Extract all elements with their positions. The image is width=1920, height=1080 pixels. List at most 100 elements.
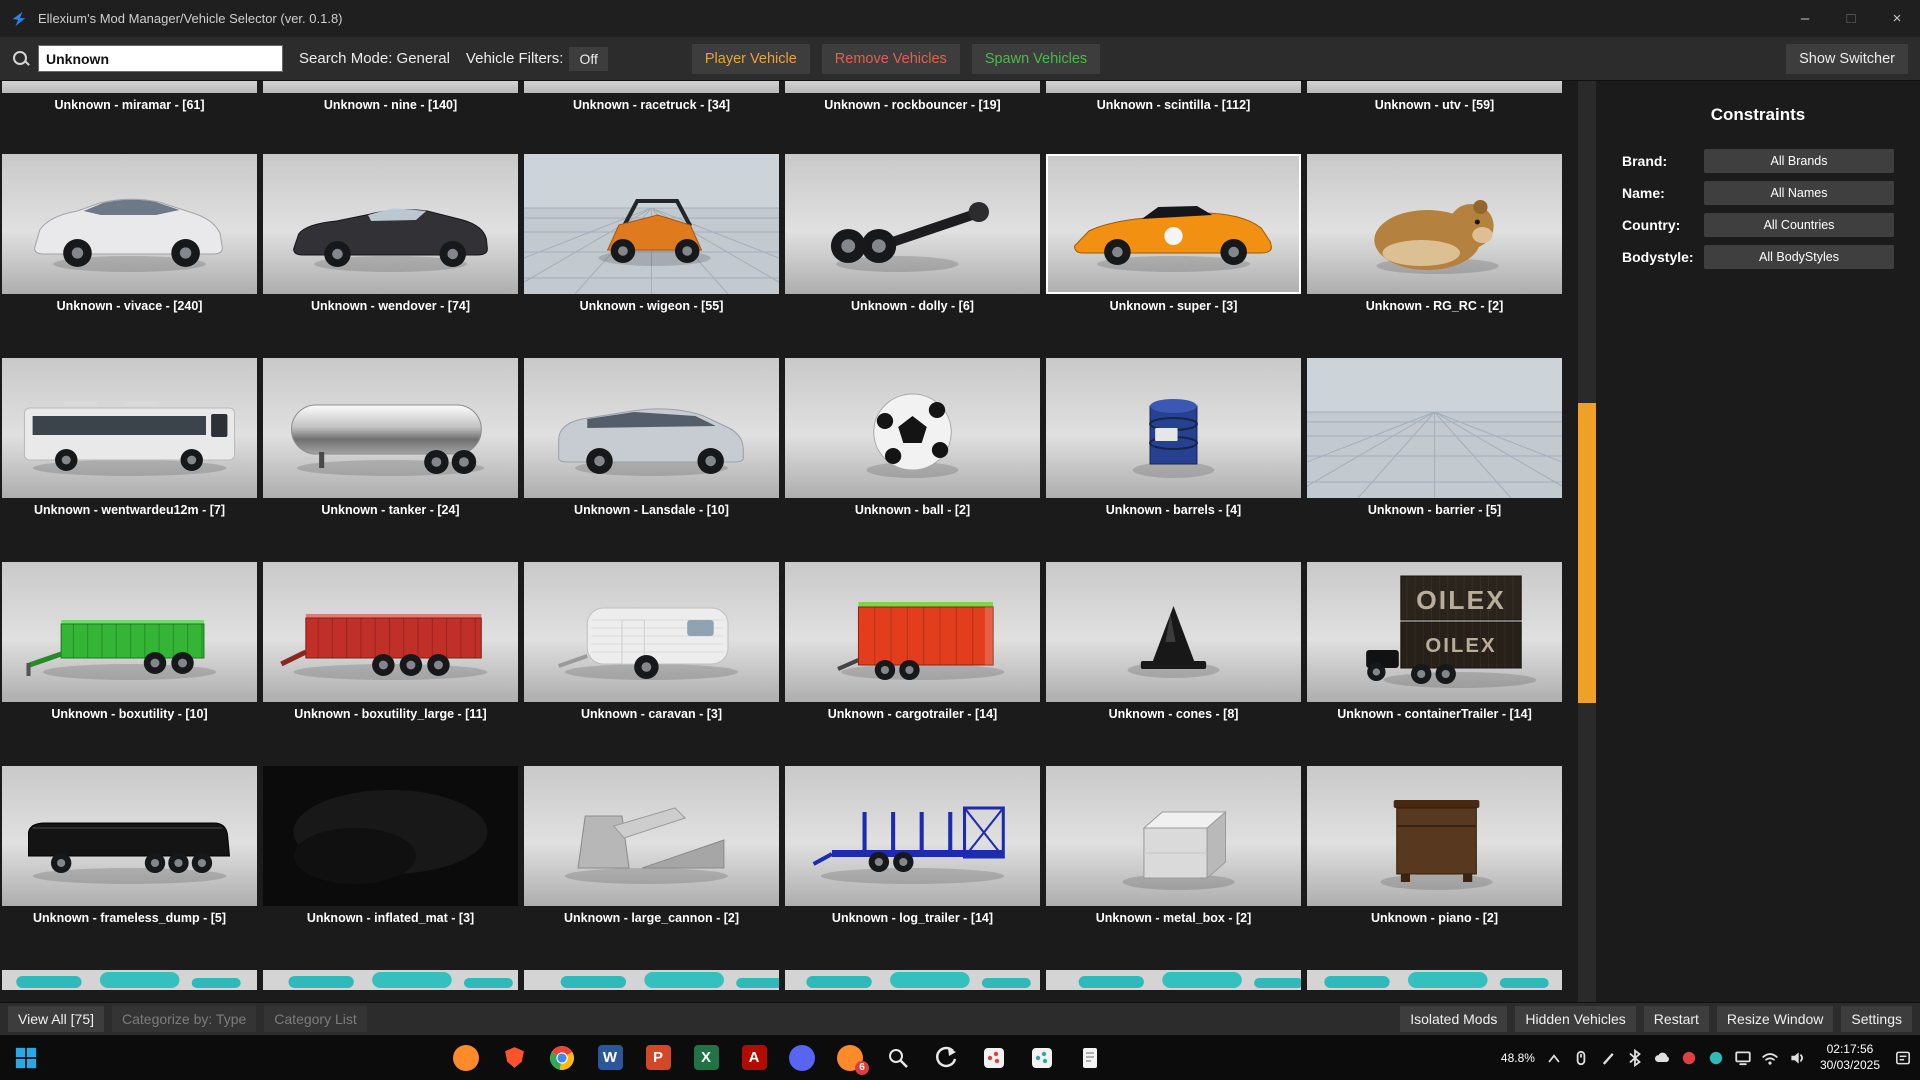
vehicle-card[interactable]: Unknown - frameless_dump - [5] (2, 766, 257, 925)
vehicle-card[interactable]: Unknown - miramar - [61] (2, 81, 257, 112)
vehicle-card[interactable] (1046, 970, 1301, 990)
vehicle-thumbnail-cropped (263, 970, 518, 990)
vehicle-card[interactable] (785, 970, 1040, 990)
vehicle-card[interactable]: Unknown - caravan - [3] (524, 562, 779, 721)
cloud-icon[interactable] (1653, 1049, 1671, 1067)
search-mode-label[interactable]: Search Mode: General (299, 50, 450, 67)
vehicle-card[interactable]: Unknown - piano - [2] (1307, 766, 1562, 925)
search-icon[interactable] (884, 1044, 912, 1072)
country-value-button[interactable]: All Countries (1704, 213, 1894, 237)
vehicle-card[interactable]: Unknown - boxutility - [10] (2, 562, 257, 721)
constraints-panel: Constraints Brand: All Brands Name: All … (1596, 81, 1920, 1002)
vehicle-card[interactable]: Unknown - nine - [140] (263, 81, 518, 112)
vehicle-card[interactable]: OILEXOILEXUnknown - containerTrailer - [… (1307, 562, 1562, 721)
notification-icon[interactable] (1894, 1049, 1912, 1067)
powerpoint-icon[interactable]: P (644, 1044, 672, 1072)
vehicle-card[interactable]: Unknown - log_trailer - [14] (785, 766, 1040, 925)
discord-icon[interactable] (788, 1044, 816, 1072)
vehicle-card[interactable] (2, 970, 257, 990)
vehicle-card[interactable]: Unknown - super - [3] (1046, 154, 1301, 313)
name-value-button[interactable]: All Names (1704, 181, 1894, 205)
player-vehicle-button[interactable]: Player Vehicle (692, 44, 810, 74)
vehicle-label: Unknown - tanker - [24] (263, 503, 518, 517)
start-button[interactable] (0, 1035, 52, 1080)
vehicle-card[interactable]: Unknown - large_cannon - [2] (524, 766, 779, 925)
pen-icon[interactable] (1599, 1049, 1617, 1067)
vehicle-card[interactable]: Unknown - metal_box - [2] (1046, 766, 1301, 925)
name-label: Name: (1622, 185, 1665, 201)
monitor-icon[interactable] (1734, 1049, 1752, 1067)
mouse-icon[interactable] (1572, 1049, 1590, 1067)
show-switcher-button[interactable]: Show Switcher (1786, 44, 1908, 74)
vehicle-card[interactable]: Unknown - utv - [59] (1307, 81, 1562, 112)
restart-button[interactable]: Restart (1644, 1006, 1709, 1032)
word-icon[interactable]: W (596, 1044, 624, 1072)
spawn-vehicles-button[interactable]: Spawn Vehicles (972, 44, 1100, 74)
dots-teal-icon[interactable] (1028, 1044, 1056, 1072)
resize-window-button[interactable]: Resize Window (1717, 1006, 1833, 1032)
vehicle-card[interactable]: Unknown - scintilla - [112] (1046, 81, 1301, 112)
notepad-icon[interactable] (1076, 1044, 1104, 1072)
dots-red-icon[interactable] (980, 1044, 1008, 1072)
bluetooth-icon[interactable] (1626, 1049, 1644, 1067)
teal-app-icon[interactable] (1707, 1049, 1725, 1067)
remove-vehicles-button[interactable]: Remove Vehicles (822, 44, 960, 74)
view-all-button[interactable]: View All [75] (8, 1006, 104, 1032)
vehicle-card[interactable]: Unknown - rockbouncer - [19] (785, 81, 1040, 112)
vehicle-card[interactable] (263, 970, 518, 990)
vehicle-card[interactable]: Unknown - vivace - [240] (2, 154, 257, 313)
vehicle-card[interactable]: Unknown - ball - [2] (785, 358, 1040, 517)
firefox-badge-icon[interactable]: 6 (836, 1044, 864, 1072)
vehicle-card[interactable]: Unknown - barrels - [4] (1046, 358, 1301, 517)
vehicle-label: Unknown - caravan - [3] (524, 707, 779, 721)
vehicle-card[interactable]: Unknown - boxutility_large - [11] (263, 562, 518, 721)
vehicle-label: Unknown - vivace - [240] (2, 299, 257, 313)
vehicle-card[interactable]: Unknown - barrier - [5] (1307, 358, 1562, 517)
speaker-icon[interactable] (1788, 1049, 1806, 1067)
vehicle-card[interactable] (524, 970, 779, 990)
taskbar-clock[interactable]: 02:17:56 30/03/2025 (1820, 1042, 1880, 1073)
vehicle-card[interactable]: Unknown - wigeon - [55] (524, 154, 779, 313)
acrobat-icon[interactable]: A (740, 1044, 768, 1072)
red-app-icon[interactable] (1680, 1049, 1698, 1067)
isolated-mods-button[interactable]: Isolated Mods (1400, 1006, 1507, 1032)
vehicle-card[interactable]: Unknown - dolly - [6] (785, 154, 1040, 313)
vehicle-card[interactable]: Unknown - inflated_mat - [3] (263, 766, 518, 925)
vehicle-thumbnail (2, 562, 257, 702)
search-input[interactable] (38, 45, 283, 72)
toolbar: Search Mode: General Vehicle Filters: Of… (0, 37, 1920, 81)
minimize-button[interactable]: – (1782, 0, 1828, 37)
bodystyle-value-button[interactable]: All BodyStyles (1704, 245, 1894, 269)
close-button[interactable]: × (1874, 0, 1920, 37)
back-arrow-icon[interactable] (932, 1044, 960, 1072)
vehicle-filters-value[interactable]: Off (569, 47, 607, 71)
scrollbar-thumb[interactable] (1578, 403, 1596, 702)
scrollbar-track[interactable] (1578, 81, 1596, 1002)
firefox-icon[interactable] (452, 1044, 480, 1072)
categorize-by-type-button[interactable]: Categorize by: Type (112, 1006, 256, 1032)
vehicle-card[interactable]: Unknown - cones - [8] (1046, 562, 1301, 721)
name-constraint-row: Name: All Names (1622, 181, 1894, 205)
settings-button[interactable]: Settings (1841, 1006, 1912, 1032)
vehicle-filters-label[interactable]: Vehicle Filters: (466, 50, 564, 67)
vehicle-label: Unknown - cargotrailer - [14] (785, 707, 1040, 721)
vehicle-card[interactable]: Unknown - RG_RC - [2] (1307, 154, 1562, 313)
maximize-button[interactable]: □ (1828, 0, 1874, 37)
chrome-icon[interactable] (548, 1044, 576, 1072)
grid-row: Unknown - frameless_dump - [5]Unknown - … (2, 766, 1566, 925)
hidden-vehicles-button[interactable]: Hidden Vehicles (1515, 1006, 1635, 1032)
vehicle-card[interactable]: Unknown - racetruck - [34] (524, 81, 779, 112)
vehicle-card[interactable]: Unknown - tanker - [24] (263, 358, 518, 517)
vehicle-card[interactable]: Unknown - cargotrailer - [14] (785, 562, 1040, 721)
category-list-button[interactable]: Category List (264, 1006, 366, 1032)
vehicle-card[interactable]: Unknown - Lansdale - [10] (524, 358, 779, 517)
wifi-icon[interactable] (1761, 1049, 1779, 1067)
brand-value-button[interactable]: All Brands (1704, 149, 1894, 173)
chevron-up-icon[interactable] (1545, 1049, 1563, 1067)
brave-icon[interactable] (500, 1044, 528, 1072)
vehicle-card[interactable]: Unknown - wentwardeu12m - [7] (2, 358, 257, 517)
vehicle-card[interactable] (1307, 970, 1562, 990)
excel-icon[interactable]: X (692, 1044, 720, 1072)
vehicle-label: Unknown - utv - [59] (1307, 98, 1562, 112)
vehicle-card[interactable]: Unknown - wendover - [74] (263, 154, 518, 313)
